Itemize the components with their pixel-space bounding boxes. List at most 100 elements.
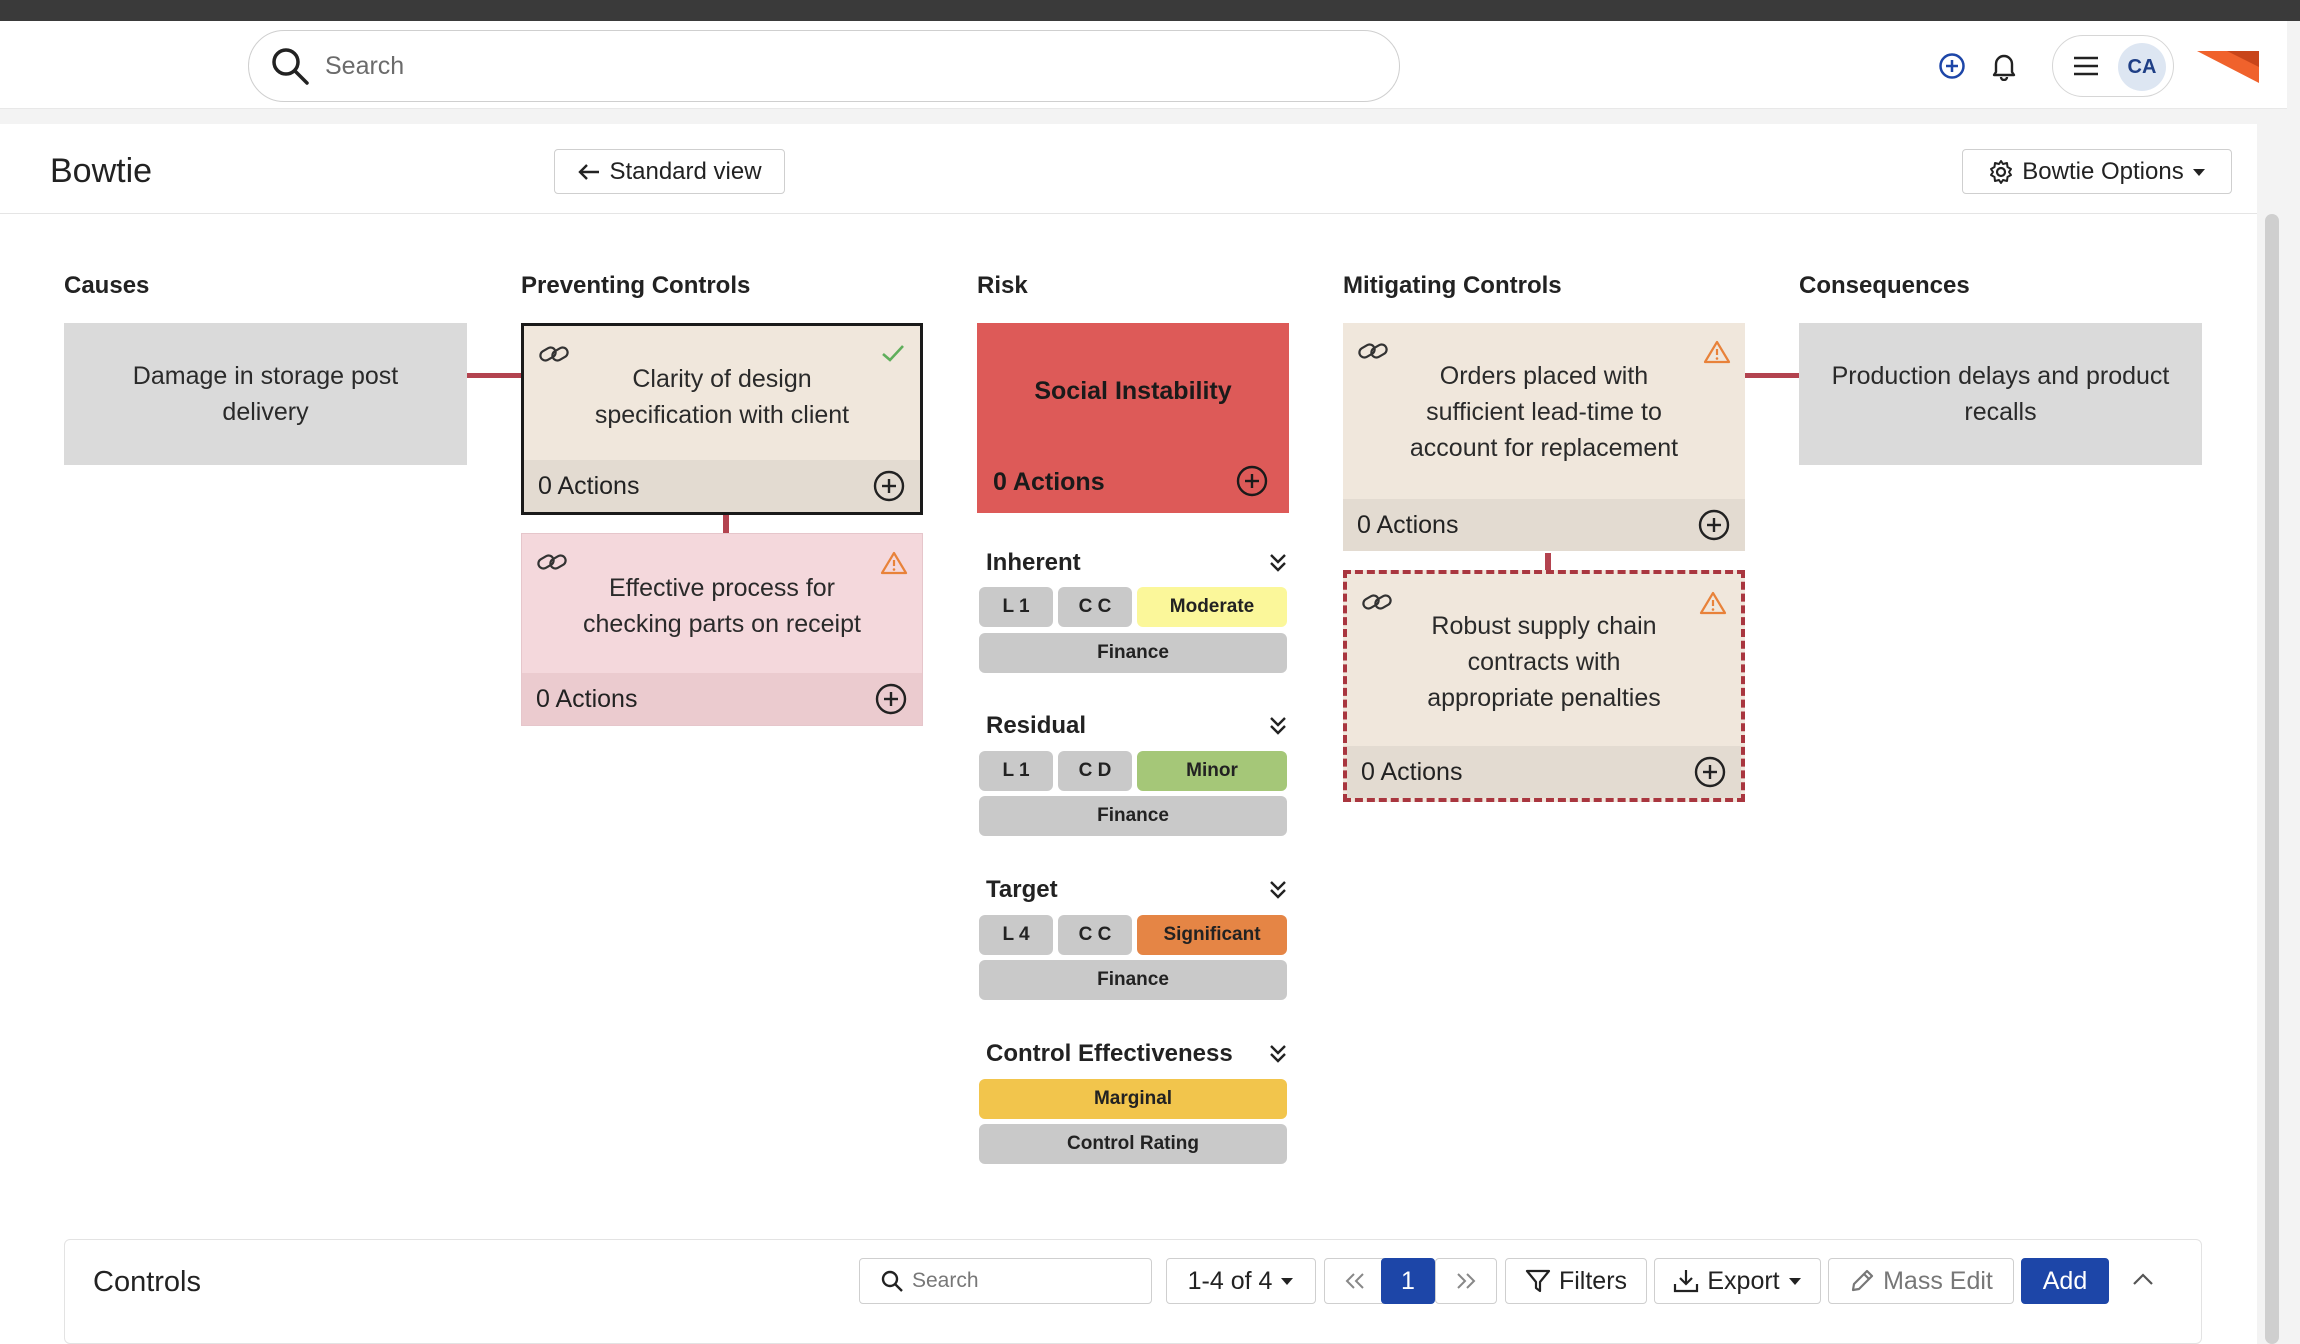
target-rating: Significant (1137, 915, 1287, 955)
preventing-controls-heading: Preventing Controls (521, 272, 751, 299)
preventing-control-title: Clarity of design specification with cli… (594, 365, 850, 429)
mitigating-control-card[interactable]: Orders placed with sufficient lead-time … (1343, 323, 1745, 551)
inherent-consequence: C C (1058, 587, 1132, 627)
preventing-control-footer: 0 Actions (522, 673, 922, 725)
app-header: Search CA (0, 21, 2287, 109)
mitigating-control-title: Orders placed with sufficient lead-time … (1409, 362, 1679, 462)
controls-search-placeholder: Search (912, 1269, 979, 1292)
bowtie-options-button[interactable]: Bowtie Options (1962, 149, 2232, 194)
mitigating-control-card[interactable]: Robust supply chain contracts with appro… (1343, 570, 1745, 802)
risk-card[interactable]: Social Instability 0 Actions (977, 323, 1289, 513)
consequence-connector (1745, 373, 1799, 378)
preventing-control-title: Effective process for checking parts on … (583, 574, 861, 638)
inherent-heading: Inherent (986, 549, 1081, 576)
mass-edit-label: Mass Edit (1883, 1266, 1993, 1295)
preventing-connector (723, 515, 729, 533)
filters-button[interactable]: Filters (1505, 1258, 1647, 1304)
causes-heading: Causes (64, 272, 150, 299)
residual-rating: Minor (1137, 751, 1287, 791)
page-scrollbar[interactable] (2265, 214, 2279, 1344)
window-top-strip (0, 0, 2300, 21)
chevron-up-icon[interactable] (2130, 1270, 2156, 1288)
add-action-icon[interactable] (1235, 464, 1269, 498)
risk-actions-count: 0 Actions (993, 468, 1105, 496)
chevron-double-down-icon[interactable] (1266, 713, 1290, 737)
risk-title: Social Instability (1034, 377, 1232, 405)
chevron-double-down-icon[interactable] (1266, 550, 1290, 574)
residual-consequence: C D (1058, 751, 1132, 791)
download-icon (1674, 1270, 1699, 1293)
cause-connector (467, 373, 521, 378)
hamburger-menu-icon (2074, 56, 2098, 76)
page-range-label: 1-4 of 4 (1187, 1266, 1273, 1295)
preventing-control-card[interactable]: Clarity of design specification with cli… (521, 323, 923, 515)
caret-down-icon (2192, 168, 2205, 176)
arrow-left-icon (578, 163, 600, 180)
export-button[interactable]: Export (1654, 1258, 1821, 1304)
target-category: Finance (979, 960, 1287, 1000)
bowtie-options-label: Bowtie Options (2022, 157, 2184, 185)
page-range-dropdown[interactable]: 1-4 of 4 (1166, 1258, 1316, 1304)
chevron-double-left-icon (1345, 1273, 1364, 1289)
mass-edit-button[interactable]: Mass Edit (1828, 1258, 2014, 1304)
brand-logo (2197, 51, 2259, 83)
mitigating-control-footer: 0 Actions (1343, 499, 1745, 551)
controls-panel: Controls Search 1-4 of 4 1 Filters Expor… (64, 1239, 2202, 1344)
target-heading: Target (986, 876, 1058, 903)
controls-panel-title: Controls (93, 1266, 201, 1298)
residual-likelihood: L 1 (979, 751, 1053, 791)
actions-count: 0 Actions (1361, 758, 1463, 786)
preventing-control-footer: 0 Actions (524, 460, 920, 512)
actions-count: 0 Actions (1357, 511, 1459, 539)
first-page-button[interactable] (1324, 1258, 1386, 1304)
filter-icon (1525, 1269, 1551, 1293)
risk-heading: Risk (977, 272, 1028, 299)
consequences-heading: Consequences (1799, 272, 1970, 299)
notifications-bell-icon[interactable] (1989, 50, 2019, 82)
target-likelihood: L 4 (979, 915, 1053, 955)
inherent-likelihood: L 1 (979, 587, 1053, 627)
consequence-text: Production delays and product recalls (1831, 362, 2170, 426)
add-action-icon[interactable] (872, 469, 906, 503)
user-avatar[interactable]: CA (2118, 43, 2166, 91)
filters-label: Filters (1558, 1266, 1628, 1295)
inherent-rating: Moderate (1137, 587, 1287, 627)
residual-category: Finance (979, 796, 1287, 836)
add-action-icon[interactable] (1697, 508, 1731, 542)
inherent-category: Finance (979, 633, 1287, 673)
search-icon (272, 48, 309, 85)
chevron-double-right-icon (1457, 1273, 1476, 1289)
cause-text: Damage in storage post delivery (132, 362, 399, 426)
actions-count: 0 Actions (538, 472, 640, 500)
caret-down-icon (1788, 1278, 1801, 1285)
target-consequence: C C (1058, 915, 1132, 955)
chevron-double-down-icon[interactable] (1266, 877, 1290, 901)
actions-count: 0 Actions (536, 685, 638, 713)
add-action-icon[interactable] (1693, 755, 1727, 789)
mitigating-control-title: Robust supply chain contracts with appro… (1427, 612, 1661, 712)
global-search-placeholder: Search (325, 51, 405, 80)
pencil-icon (1852, 1269, 1874, 1292)
page-title-bar: Bowtie Standard view Bowtie Options (0, 124, 2257, 214)
control-rating-label: Control Rating (979, 1124, 1287, 1164)
standard-view-button[interactable]: Standard view (554, 149, 785, 194)
export-label: Export (1707, 1266, 1780, 1295)
cause-card[interactable]: Damage in storage post delivery (64, 323, 467, 465)
preventing-control-card[interactable]: Effective process for checking parts on … (521, 533, 923, 726)
page-1-button[interactable]: 1 (1381, 1258, 1435, 1304)
mitigating-control-footer: 0 Actions (1347, 746, 1741, 798)
chevron-double-down-icon[interactable] (1266, 1041, 1290, 1065)
caret-down-icon (1281, 1278, 1294, 1285)
page-title: Bowtie (50, 152, 153, 190)
add-action-icon[interactable] (874, 682, 908, 716)
add-control-button[interactable]: Add (2021, 1258, 2109, 1304)
consequence-card[interactable]: Production delays and product recalls (1799, 323, 2202, 465)
add-circle-icon[interactable] (1937, 51, 1967, 81)
global-search-bar[interactable]: Search (248, 30, 1400, 102)
last-page-button[interactable] (1435, 1258, 1497, 1304)
control-effectiveness-rating: Marginal (979, 1079, 1287, 1119)
control-effectiveness-heading: Control Effectiveness (986, 1040, 1233, 1067)
residual-heading: Residual (986, 712, 1087, 739)
gear-icon (1990, 159, 2013, 184)
controls-search-input[interactable]: Search (859, 1258, 1152, 1304)
